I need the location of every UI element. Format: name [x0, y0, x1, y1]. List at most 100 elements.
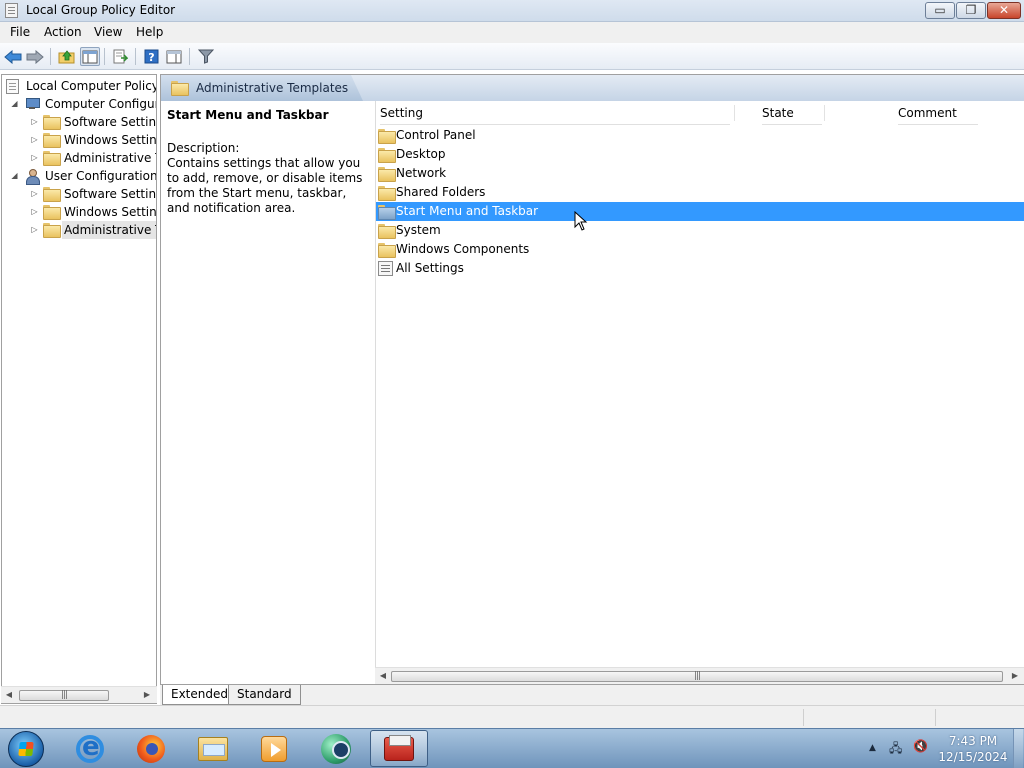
expand-arrow-icon[interactable]: ▷ — [30, 135, 39, 144]
list-item[interactable]: Desktop — [376, 145, 1024, 164]
folder-icon — [43, 223, 61, 238]
minimize-icon: ▭ — [934, 3, 946, 17]
scroll-thumb[interactable]: ||| — [19, 690, 109, 701]
status-divider — [803, 709, 804, 726]
clock-time: 7:43 PM — [948, 734, 998, 748]
show-desktop-button[interactable] — [1013, 729, 1023, 768]
tree-node-user-software-settings[interactable]: ▷ Software Settings — [2, 185, 156, 203]
export-list-icon — [113, 49, 128, 64]
scroll-right-icon[interactable]: ▶ — [1009, 670, 1021, 682]
back-button[interactable] — [3, 47, 23, 66]
computer-icon — [24, 97, 40, 111]
tree-node-local-computer-policy[interactable]: Local Computer Policy — [2, 77, 156, 95]
tree-node-label: User Configuration — [45, 169, 157, 183]
list-item[interactable]: All Settings — [376, 259, 1024, 278]
list-item[interactable]: Network — [376, 164, 1024, 183]
help-button[interactable]: ? — [141, 47, 161, 66]
list-item[interactable]: System — [376, 221, 1024, 240]
internet-explorer-icon — [76, 732, 104, 763]
tab-extended[interactable]: Extended — [162, 685, 237, 705]
folder-icon — [43, 151, 61, 166]
properties-pane-button[interactable] — [164, 47, 184, 66]
tree-node-label: Software Settings — [64, 115, 157, 129]
list-horizontal-scrollbar[interactable]: ◀ ||| ▶ — [375, 667, 1024, 684]
clock-date: 12/15/2024 — [938, 750, 1008, 764]
menu-view[interactable]: View — [94, 25, 122, 39]
collapse-arrow-icon[interactable]: ◢ — [10, 99, 19, 108]
view-tabs: Extended Standard — [160, 684, 1024, 705]
collapse-arrow-icon[interactable]: ◢ — [10, 171, 19, 180]
column-header-comment[interactable]: Comment — [898, 101, 978, 125]
show-hidden-icons-icon[interactable]: ▲ — [869, 743, 876, 753]
expand-arrow-icon[interactable]: ▷ — [30, 225, 39, 234]
folder-icon — [43, 133, 61, 148]
list-item[interactable]: Shared Folders — [376, 183, 1024, 202]
folder-icon — [378, 148, 396, 163]
column-separator[interactable] — [734, 105, 735, 121]
close-icon: ✕ — [998, 3, 1010, 17]
taskbar-firefox[interactable] — [122, 730, 180, 767]
tree-node-computer-administrative-templates[interactable]: ▷ Administrative Te — [2, 149, 156, 167]
column-separator[interactable] — [824, 105, 825, 121]
list-item-selected[interactable]: Start Menu and Taskbar — [376, 202, 1024, 221]
scroll-left-icon[interactable]: ◀ — [377, 670, 389, 682]
column-header-setting[interactable]: Setting — [380, 101, 730, 125]
export-list-button[interactable] — [110, 47, 130, 66]
minimize-button[interactable]: ▭ — [925, 2, 955, 19]
folder-icon — [378, 243, 396, 258]
menu-help[interactable]: Help — [136, 25, 163, 39]
list-item[interactable]: Windows Components — [376, 240, 1024, 259]
show-hide-console-tree-button[interactable] — [80, 47, 100, 66]
folder-icon — [43, 187, 61, 202]
properties-pane-icon — [166, 50, 182, 63]
system-clock[interactable]: 7:43 PM 12/15/2024 — [938, 733, 1008, 765]
tree-node-user-configuration[interactable]: ◢ User Configuration — [2, 167, 156, 185]
scroll-thumb[interactable]: ||| — [391, 671, 1003, 682]
network-icon[interactable]: 🖧 — [889, 739, 902, 760]
tree-node-computer-configuration[interactable]: ◢ Computer Configura — [2, 95, 156, 113]
menu-action[interactable]: Action — [44, 25, 82, 39]
filter-button[interactable] — [196, 47, 216, 66]
tab-standard[interactable]: Standard — [228, 685, 301, 705]
list-item[interactable]: Control Panel — [376, 126, 1024, 145]
tree-horizontal-scrollbar[interactable]: ◀ ||| ▶ — [1, 686, 157, 703]
expand-arrow-icon[interactable]: ▷ — [30, 189, 39, 198]
media-player-icon — [261, 735, 287, 762]
user-icon — [24, 169, 40, 185]
scroll-left-icon[interactable]: ◀ — [3, 689, 15, 701]
folder-icon — [43, 205, 61, 220]
taskbar-group-policy-editor[interactable] — [370, 730, 428, 767]
volume-muted-icon[interactable]: 🔇 — [913, 739, 928, 753]
firefox-icon — [137, 734, 165, 763]
close-button[interactable]: ✕ — [987, 2, 1021, 19]
tree-node-computer-windows-settings[interactable]: ▷ Windows Setting — [2, 131, 156, 149]
tree-node-user-windows-settings[interactable]: ▷ Windows Setting — [2, 203, 156, 221]
show-hide-tree-icon — [82, 50, 98, 63]
expand-arrow-icon[interactable]: ▷ — [30, 207, 39, 216]
taskbar-browser[interactable] — [307, 730, 365, 767]
taskbar-windows-explorer[interactable] — [184, 730, 242, 767]
start-button[interactable] — [8, 731, 44, 767]
taskbar: ▲ 🖧 🔇 7:43 PM 12/15/2024 — [0, 728, 1024, 768]
taskbar-internet-explorer[interactable] — [61, 730, 119, 767]
expand-arrow-icon[interactable]: ▷ — [30, 117, 39, 126]
tree-node-computer-software-settings[interactable]: ▷ Software Settings — [2, 113, 156, 131]
description-text: Contains settings that allow you to add,… — [167, 156, 363, 215]
list-item-label: Control Panel — [396, 128, 476, 142]
up-one-level-button[interactable] — [56, 47, 76, 66]
browser-globe-icon — [321, 733, 351, 764]
expand-arrow-icon[interactable]: ▷ — [30, 153, 39, 162]
scroll-right-icon[interactable]: ▶ — [141, 689, 153, 701]
folder-icon — [171, 81, 189, 96]
menu-file[interactable]: File — [10, 25, 30, 39]
maximize-button[interactable]: ❐ — [956, 2, 986, 19]
tree-node-label: Software Settings — [64, 187, 157, 201]
folder-icon — [43, 115, 61, 130]
policy-document-icon — [6, 79, 19, 94]
svg-text:?: ? — [148, 51, 154, 64]
column-header-state[interactable]: State — [762, 101, 822, 125]
forward-button[interactable] — [25, 47, 45, 66]
taskbar-media-player[interactable] — [245, 730, 303, 767]
tree-node-user-administrative-templates[interactable]: ▷ Administrative Te — [2, 221, 156, 239]
windows-explorer-icon — [198, 736, 228, 761]
